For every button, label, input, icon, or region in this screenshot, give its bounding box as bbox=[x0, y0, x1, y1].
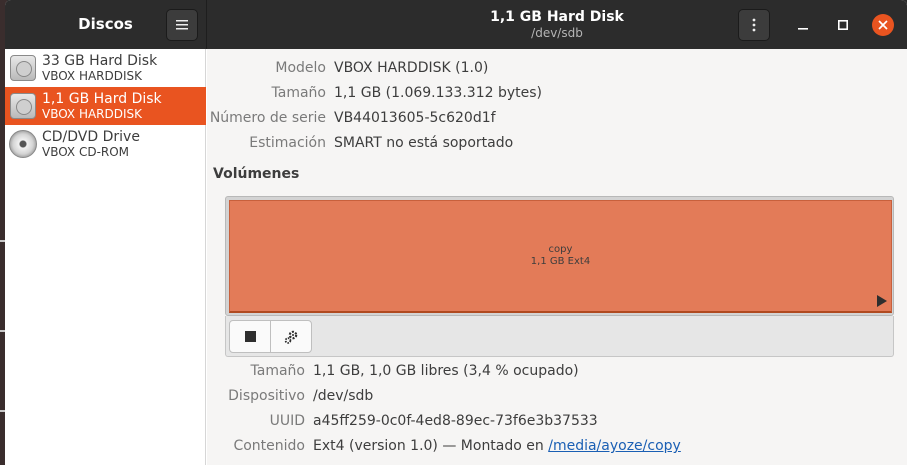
mount-point-link[interactable]: /media/ayoze/copy bbox=[548, 438, 681, 454]
header-bar: Discos 1,1 GB Hard Disk /dev/sdb bbox=[5, 0, 907, 49]
partition-block[interactable]: copy 1,1 GB Ext4 bbox=[229, 200, 892, 313]
info-key: Estimación bbox=[249, 135, 326, 151]
drive-name: 33 GB Hard Disk bbox=[42, 53, 158, 69]
contents-text: Ext4 (version 1.0) — Montado en bbox=[313, 438, 544, 454]
volume-map: copy 1,1 GB Ext4 bbox=[225, 196, 894, 316]
volume-toolbar bbox=[225, 316, 894, 357]
info-value: 1,1 GB (1.069.133.312 bytes) bbox=[334, 85, 542, 101]
minimize-button[interactable] bbox=[792, 14, 814, 36]
info-key: Modelo bbox=[275, 60, 326, 76]
info-key: Tamaño bbox=[271, 85, 326, 101]
drive-item-1-1gb[interactable]: 1,1 GB Hard Disk VBOX HARDDISK bbox=[5, 87, 206, 125]
hard-disk-icon bbox=[10, 55, 36, 81]
drive-list: 33 GB Hard Disk VBOX HARDDISK 1,1 GB Har… bbox=[5, 49, 206, 465]
volumes-heading: Volúmenes bbox=[213, 166, 300, 182]
info-row-model: Modelo VBOX HARDDISK (1.0) bbox=[207, 58, 488, 78]
drive-name: CD/DVD Drive bbox=[42, 129, 140, 145]
info-key: Contenido bbox=[233, 438, 305, 454]
drive-item-33gb[interactable]: 33 GB Hard Disk VBOX HARDDISK bbox=[5, 49, 206, 87]
stop-icon bbox=[244, 331, 256, 342]
hard-disk-icon bbox=[10, 93, 36, 119]
info-value: Ext4 (version 1.0) — Montado en /media/a… bbox=[313, 436, 681, 456]
info-value: /dev/sdb bbox=[313, 388, 374, 404]
info-key: Tamaño bbox=[250, 363, 305, 379]
hamburger-menu-button[interactable] bbox=[166, 9, 198, 41]
info-row-assessment: Estimación SMART no está soportado bbox=[207, 133, 513, 153]
info-value: SMART no está soportado bbox=[334, 135, 514, 151]
info-value: VBOX HARDDISK (1.0) bbox=[334, 60, 489, 76]
volume-row-size: Tamaño 1,1 GB, 1,0 GB libres (3,4 % ocup… bbox=[207, 361, 579, 381]
drive-item-cd-dvd[interactable]: CD/DVD Drive VBOX CD-ROM bbox=[5, 125, 206, 163]
close-button[interactable] bbox=[872, 14, 894, 36]
drive-model: VBOX CD-ROM bbox=[42, 145, 130, 159]
volume-row-uuid: UUID a45ff259-0c0f-4ed8-89ec-73f6e3b3753… bbox=[207, 411, 598, 431]
optical-drive-icon bbox=[9, 130, 37, 158]
maximize-icon bbox=[838, 20, 848, 30]
info-key: Dispositivo bbox=[228, 388, 305, 404]
info-key: Número de serie bbox=[209, 110, 326, 126]
info-value: 1,1 GB, 1,0 GB libres (3,4 % ocupado) bbox=[313, 363, 579, 379]
close-icon bbox=[878, 20, 888, 30]
drive-model: VBOX HARDDISK bbox=[42, 107, 143, 121]
gears-icon bbox=[284, 330, 298, 344]
drive-details: Modelo VBOX HARDDISK (1.0) Tamaño 1,1 GB… bbox=[207, 49, 907, 465]
drive-options-button[interactable] bbox=[738, 9, 770, 41]
disks-window: Discos 1,1 GB Hard Disk /dev/sdb 33 GB H… bbox=[5, 0, 907, 465]
unmount-button[interactable] bbox=[229, 320, 271, 353]
volume-row-device: Dispositivo /dev/sdb bbox=[207, 386, 373, 406]
info-row-serial: Número de serie VB44013605-5c620d1f bbox=[207, 108, 496, 128]
volume-row-contents: Contenido Ext4 (version 1.0) — Montado e… bbox=[207, 436, 681, 456]
partition-detail: 1,1 GB Ext4 bbox=[530, 256, 591, 267]
info-row-size: Tamaño 1,1 GB (1.069.133.312 bytes) bbox=[207, 83, 542, 103]
maximize-button[interactable] bbox=[832, 14, 854, 36]
info-value: VB44013605-5c620d1f bbox=[334, 110, 496, 126]
drive-model: VBOX HARDDISK bbox=[42, 69, 143, 83]
vertical-ellipsis-icon bbox=[752, 18, 756, 32]
hamburger-menu-icon bbox=[176, 20, 188, 30]
info-value: a45ff259-0c0f-4ed8-89ec-73f6e3b37533 bbox=[313, 413, 598, 429]
drive-name: 1,1 GB Hard Disk bbox=[42, 91, 162, 107]
info-key: UUID bbox=[269, 413, 305, 429]
partition-options-button[interactable] bbox=[270, 320, 312, 353]
partition-name: copy bbox=[548, 244, 573, 255]
play-arrow-icon bbox=[877, 295, 887, 307]
minimize-icon bbox=[798, 28, 808, 30]
